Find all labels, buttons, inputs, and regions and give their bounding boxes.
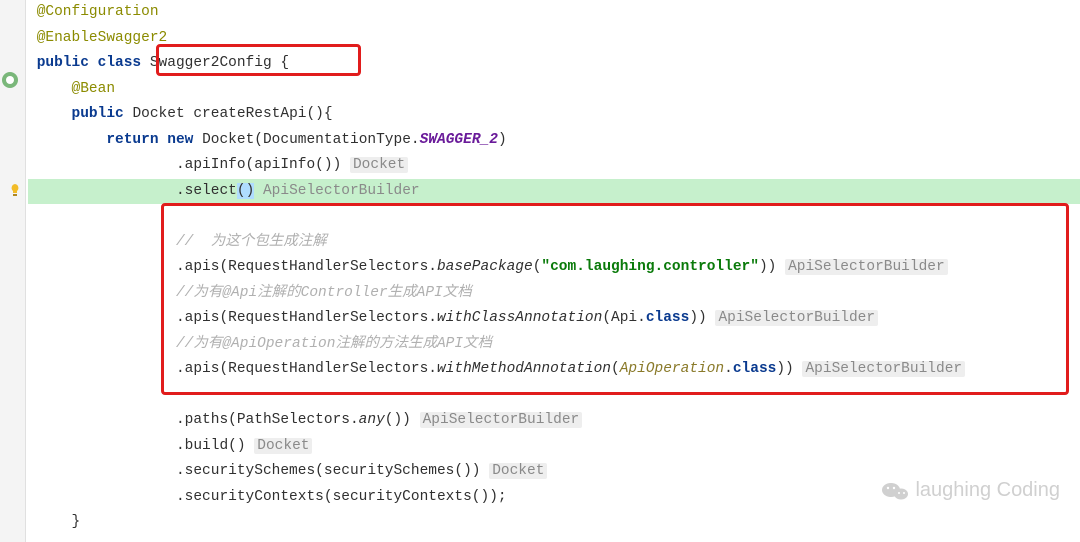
code-line: // 为这个包生成注解 — [28, 230, 1080, 256]
code-line: return new Docket(DocumentationType.SWAG… — [28, 128, 1080, 154]
apis-prefix: .apis(RequestHandlerSelectors. — [176, 361, 437, 377]
code-line: public Docket createRestApi(){ — [28, 102, 1080, 128]
code-line: //为有@Api注解的Controller生成API文档 — [28, 281, 1080, 307]
inlay-hint-asb: ApiSelectorBuilder — [420, 412, 583, 428]
watermark-text: laughing Coding — [915, 479, 1060, 502]
annotation-bean: @Bean — [72, 81, 116, 97]
withmethodannotation: withMethodAnnotation — [437, 361, 611, 377]
class-name: Swagger2Config — [141, 55, 280, 71]
code-line: .apis(RequestHandlerSelectors.withMethod… — [28, 357, 1080, 383]
paths-call: .paths(PathSelectors. — [176, 412, 359, 428]
close2: )) — [759, 259, 785, 275]
watermark: laughing Coding — [881, 479, 1060, 502]
apiinfo-call: .apiInfo(apiInfo()) — [176, 157, 350, 173]
build-call: .build() — [176, 438, 254, 454]
inlay-hint-docket: Docket — [254, 438, 312, 454]
docket-ctor: Docket(DocumentationType. — [202, 132, 420, 148]
code-line: @Bean — [28, 77, 1080, 103]
keyword-new: new — [167, 132, 193, 148]
apioperation: ApiOperation — [620, 361, 724, 377]
code-line-blank — [28, 383, 1080, 409]
code-line: @Configuration — [28, 0, 1080, 26]
close2: )) — [689, 310, 715, 326]
apis-prefix: .apis(RequestHandlerSelectors. — [176, 259, 437, 275]
keyword-public: public — [37, 55, 89, 71]
brace-open: { — [324, 106, 333, 122]
keyword-return: return — [106, 132, 158, 148]
code-line: .apiInfo(apiInfo()) Docket — [28, 153, 1080, 179]
code-line: //为有@ApiOperation注解的方法生成API文档 — [28, 332, 1080, 358]
return-type: Docket — [132, 106, 184, 122]
code-editor[interactable]: @Configuration @EnableSwagger2 public cl… — [0, 0, 1080, 536]
close-paren: ) — [498, 132, 507, 148]
parens: () — [306, 106, 323, 122]
code-line: .build() Docket — [28, 434, 1080, 460]
apis-prefix: .apis(RequestHandlerSelectors. — [176, 310, 437, 326]
annotation-enableswagger2: @EnableSwagger2 — [37, 30, 168, 46]
comment: // 为这个包生成注解 — [176, 234, 327, 250]
code-line: .apis(RequestHandlerSelectors.basePackag… — [28, 255, 1080, 281]
brace-close: } — [72, 514, 81, 530]
code-line: .paths(PathSelectors.any()) ApiSelectorB… — [28, 408, 1080, 434]
keyword-class: class — [98, 55, 142, 71]
comment: //为有@ApiOperation注解的方法生成API文档 — [176, 336, 492, 352]
paths-end: ()) — [385, 412, 420, 428]
apiop-open: ( — [611, 361, 620, 377]
code-line-blank — [28, 204, 1080, 230]
dot: . — [724, 361, 733, 377]
wechat-icon — [881, 481, 909, 501]
select-paren-close: ) — [246, 183, 255, 199]
inlay-hint-docket: Docket — [489, 463, 547, 479]
securitycontexts-call: .securityContexts(securityContexts()); — [176, 489, 507, 505]
code-line-highlighted: .select() ApiSelectorBuilder — [28, 179, 1080, 205]
close2: )) — [776, 361, 802, 377]
basepackage: basePackage — [437, 259, 533, 275]
keyword-public: public — [72, 106, 124, 122]
any: any — [359, 412, 385, 428]
string-package: "com.laughing.controller" — [541, 259, 759, 275]
inlay-hint-asb: ApiSelectorBuilder — [785, 259, 948, 275]
inlay-hint-docket: Docket — [350, 157, 408, 173]
inlay-hint-asb: ApiSelectorBuilder — [263, 183, 420, 199]
keyword-class: class — [733, 361, 777, 377]
select-call: .select — [176, 183, 237, 199]
lightbulb-icon[interactable] — [8, 183, 22, 197]
code-line: @EnableSwagger2 — [28, 26, 1080, 52]
annotation-configuration: @Configuration — [37, 4, 159, 20]
keyword-class: class — [646, 310, 690, 326]
withclassannotation: withClassAnnotation — [437, 310, 602, 326]
brace-open: { — [280, 55, 289, 71]
code-line: } — [28, 510, 1080, 536]
select-paren-open: ( — [237, 183, 246, 199]
inlay-hint-asb: ApiSelectorBuilder — [802, 361, 965, 377]
method-name: createRestApi — [193, 106, 306, 122]
code-line: .apis(RequestHandlerSelectors.withClassA… — [28, 306, 1080, 332]
api-class-open: (Api. — [602, 310, 646, 326]
securityschemes-call: .securitySchemes(securitySchemes()) — [176, 463, 489, 479]
comment: //为有@Api注解的Controller生成API文档 — [176, 285, 472, 301]
inlay-hint-asb: ApiSelectorBuilder — [715, 310, 878, 326]
code-line: public class Swagger2Config { — [28, 51, 1080, 77]
const-swagger2: SWAGGER_2 — [420, 132, 498, 148]
